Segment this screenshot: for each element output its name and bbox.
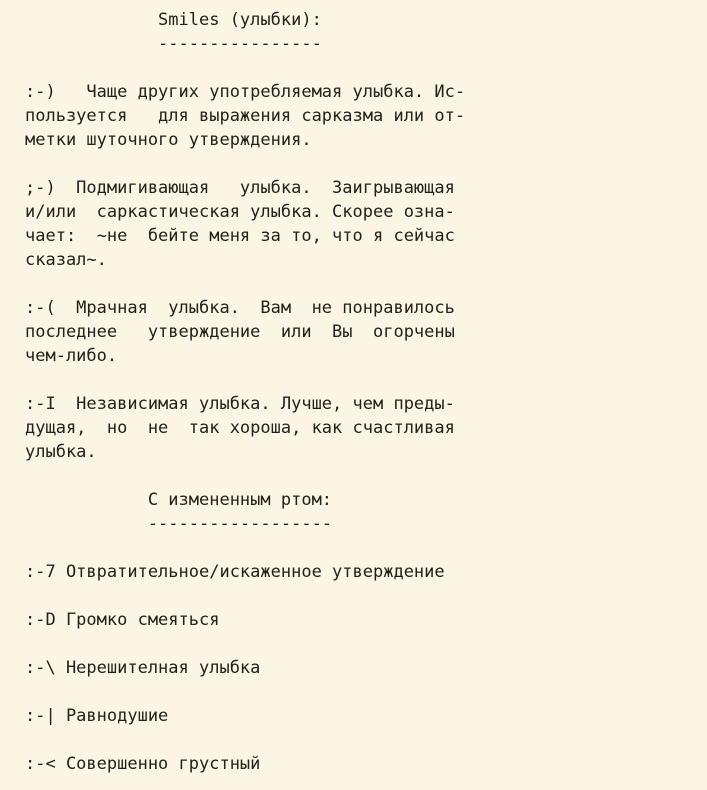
section-changed-mouth: С измененным ртом: ------------------ :-… [0,488,707,776]
entry-smile-indifferent-i: :-I Независимая улыбка. Лучше, чем преды… [0,392,707,464]
section-smiles: Smiles (улыбки): ---------------- :-) Ча… [0,8,707,488]
entry-line: пользуется для выражения сарказма или от… [25,106,466,126]
text-document: Smiles (улыбки): ---------------- :-) Ча… [0,0,707,776]
entry-line-disgust: :-7 Отвратительное/искаженное утверждени… [25,562,445,582]
entry-line: :-I Независимая улыбка. Лучше, чем преды… [25,394,455,414]
entry-line: сказал~. [25,250,107,270]
entry-line: и/или саркастическая улыбка. Скорее озна… [25,202,455,222]
entry-line-indifference: :-| Равнодушие [25,706,169,726]
entry-line: улыбка. [25,442,97,462]
entry-smile-happy: :-) Чаще других употребляемая улыбка. Ис… [0,80,707,152]
section-rule-smiles: ---------------- [25,34,322,54]
entry-smile-sad: :-( Мрачная улыбка. Вам не понравилось п… [0,296,707,368]
section-rule-changed-mouth: ------------------ [25,514,333,534]
entry-line-undecided: :-\ Нерешителная улыбка [25,658,261,678]
entry-line: :-) Чаще других употребляемая улыбка. Ис… [25,82,466,102]
entry-line: дущая, но не так хороша, как счастливая [25,418,455,438]
entry-line: :-( Мрачная улыбка. Вам не понравилось [25,298,455,318]
entry-line-very-sad: :-< Совершенно грустный [25,754,261,774]
entry-smile-wink: ;-) Подмигивающая улыбка. Заигрывающая и… [0,176,707,272]
entry-line: чем-либо. [25,346,118,366]
entry-line: последнее утверждение или Вы огорчены [25,322,455,342]
entry-line: метки шуточного утверждения. [25,130,312,150]
entry-line: чает: ~не бейте меня за то, что я сейчас [25,226,455,246]
entry-line: ;-) Подмигивающая улыбка. Заигрывающая [25,178,455,198]
section-heading-changed-mouth: С измененным ртом: [25,490,333,510]
section-heading-smiles: Smiles (улыбки): [25,10,322,30]
entry-line-laugh: :-D Громко смеяться [25,610,220,630]
